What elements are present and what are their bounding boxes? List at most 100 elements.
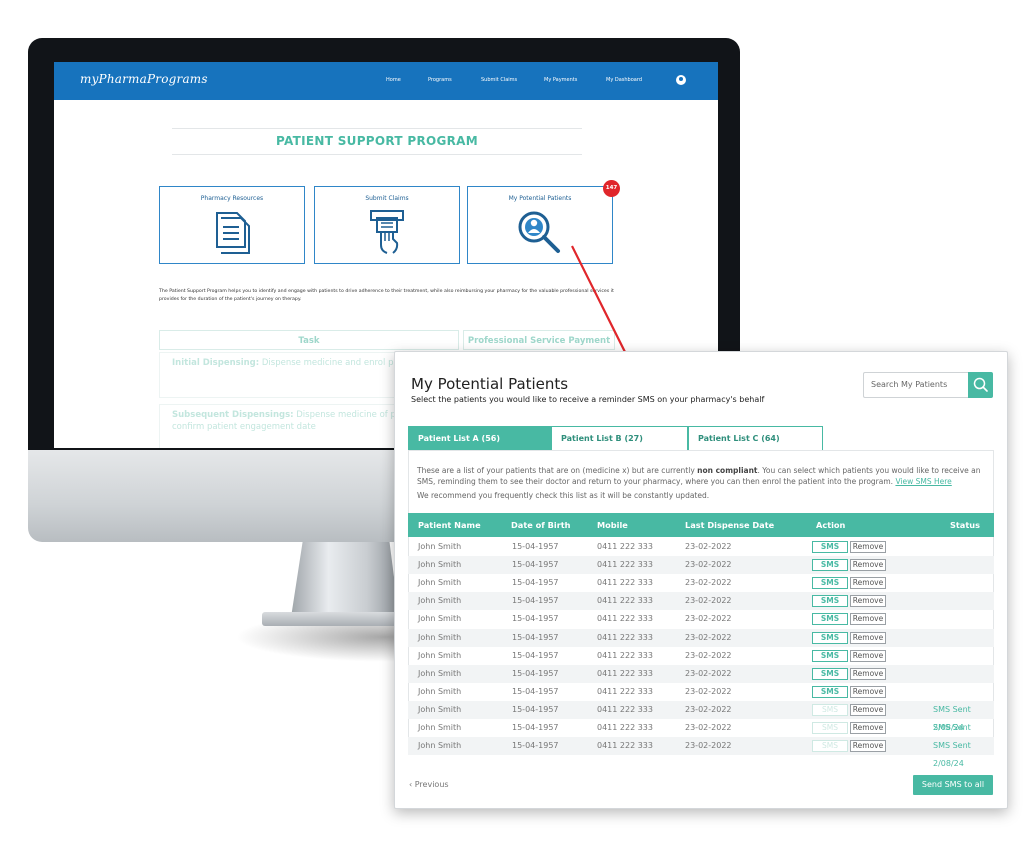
mobile-cell: 0411 222 333 <box>597 560 653 570</box>
program-description: The Patient Support Program helps you to… <box>159 289 614 302</box>
brand-logo[interactable]: myPharmaPrograms <box>80 72 208 86</box>
sms-button[interactable]: SMS <box>812 722 848 734</box>
remove-button[interactable]: Remove <box>850 685 886 698</box>
sms-button[interactable]: SMS <box>812 703 848 716</box>
patient-name-cell: John Smith <box>418 686 462 696</box>
remove-button[interactable]: Remove <box>850 740 886 753</box>
remove-button[interactable]: Remove <box>850 722 886 734</box>
dob-cell: 15-04-1957 <box>512 668 559 678</box>
table-row: John Smith 15-04-1957 0411 222 333 23-02-20… <box>408 538 994 556</box>
dob-cell: 15-04-1957 <box>512 578 559 588</box>
last-dispense-cell: 23-02-2022 <box>685 741 732 751</box>
column-header-name[interactable]: Patient Name <box>418 513 481 537</box>
tab-patient-list-c[interactable]: Patient List C (64) <box>688 426 823 451</box>
remove-button[interactable]: Remove <box>850 595 886 608</box>
mobile-cell: 0411 222 333 <box>597 704 653 714</box>
patient-name-cell: John Smith <box>418 650 462 660</box>
view-sms-link[interactable]: View SMS Here <box>895 477 951 486</box>
mobile-cell: 0411 222 333 <box>597 614 653 624</box>
mobile-cell: 0411 222 333 <box>597 650 653 660</box>
table-row: John Smith 15-04-1957 0411 222 333 23-02-20… <box>408 610 994 628</box>
mobile-cell: 0411 222 333 <box>597 578 653 588</box>
payment-header: Professional Service Payment <box>463 330 615 350</box>
remove-button[interactable]: Remove <box>850 631 886 644</box>
card-submit-claims[interactable]: Submit Claims <box>314 186 460 264</box>
last-dispense-cell: 23-02-2022 <box>685 650 732 660</box>
nav-submit-claims[interactable]: Submit Claims <box>481 77 517 83</box>
last-dispense-cell: 23-02-2022 <box>685 614 732 624</box>
info-text: These are a list of your patients that a… <box>417 466 698 475</box>
last-dispense-cell: 23-02-2022 <box>685 560 732 570</box>
remove-button[interactable]: Remove <box>850 667 886 680</box>
table-row: John Smith 15-04-1957 0411 222 333 23-02-20… <box>408 647 994 665</box>
table-row: John Smith 15-04-1957 0411 222 333 23-02-20… <box>408 574 994 592</box>
patient-name-cell: John Smith <box>418 596 462 606</box>
column-header-last-dispense[interactable]: Last Dispense Date <box>685 513 774 537</box>
dob-cell: 15-04-1957 <box>512 723 559 732</box>
last-dispense-cell: 23-02-2022 <box>685 578 732 588</box>
last-dispense-cell: 23-02-2022 <box>685 668 732 678</box>
patient-name-cell: John Smith <box>418 614 462 624</box>
task-row-title: Initial Dispensing: <box>172 358 260 368</box>
sms-button[interactable]: SMS <box>812 577 848 590</box>
sms-button[interactable]: SMS <box>812 595 848 608</box>
remove-button[interactable]: Remove <box>850 703 886 716</box>
sms-button[interactable]: SMS <box>812 667 848 680</box>
patient-search-input[interactable]: Search My Patients <box>863 372 969 398</box>
column-header-action: Action <box>816 520 846 530</box>
dob-cell: 15-04-1957 <box>512 704 559 714</box>
search-button[interactable] <box>968 372 993 398</box>
sms-button[interactable]: SMS <box>812 685 848 698</box>
mobile-cell: 0411 222 333 <box>597 741 653 751</box>
remove-button[interactable]: Remove <box>850 541 886 553</box>
last-dispense-cell: 23-02-2022 <box>685 632 732 642</box>
column-header-status: Status <box>950 520 980 530</box>
send-sms-to-all-button[interactable]: Send SMS to all <box>913 775 993 795</box>
user-account-icon[interactable] <box>676 75 686 85</box>
nav-my-dashboard[interactable]: My Dashboard <box>606 77 642 83</box>
card-my-potential-patients[interactable]: My Potential Patients <box>467 186 613 264</box>
potential-patients-dialog: My Potential Patients Select the patient… <box>394 351 1008 809</box>
status-cell: SMS Sent 2/08/24 <box>933 723 971 750</box>
mobile-cell: 0411 222 333 <box>597 686 653 696</box>
nav-home[interactable]: Home <box>386 77 401 83</box>
tab-patient-list-b[interactable]: Patient List B (27) <box>551 426 688 451</box>
remove-button[interactable]: Remove <box>850 577 886 590</box>
dob-cell: 15-04-1957 <box>512 614 559 624</box>
last-dispense-cell: 23-02-2022 <box>685 723 732 732</box>
dob-cell: 15-04-1957 <box>512 741 559 751</box>
mobile-cell: 0411 222 333 <box>597 632 653 642</box>
mobile-cell: 0411 222 333 <box>597 596 653 606</box>
sms-button[interactable]: SMS <box>812 740 848 753</box>
program-title: PATIENT SUPPORT PROGRAM <box>276 134 478 148</box>
sms-button[interactable]: SMS <box>812 559 848 572</box>
mobile-cell: 0411 222 333 <box>597 668 653 678</box>
status-cell: SMS Sent 2/08/24 <box>933 704 971 732</box>
sms-button[interactable]: SMS <box>812 541 848 553</box>
previous-label: Previous <box>414 780 449 789</box>
last-dispense-cell: 23-02-2022 <box>685 686 732 696</box>
title-rule-top <box>172 128 582 129</box>
notification-badge: 147 <box>603 180 620 197</box>
sms-button[interactable]: SMS <box>812 649 848 662</box>
last-dispense-cell: 23-02-2022 <box>685 596 732 606</box>
sms-button[interactable]: SMS <box>812 631 848 644</box>
top-navigation-bar: myPharmaPrograms Home Programs Submit Cl… <box>54 62 718 100</box>
remove-button[interactable]: Remove <box>850 559 886 572</box>
nav-programs[interactable]: Programs <box>428 77 452 83</box>
remove-button[interactable]: Remove <box>850 649 886 662</box>
column-header-dob[interactable]: Date of Birth <box>511 513 571 537</box>
card-pharmacy-resources[interactable]: Pharmacy Resources <box>159 186 305 264</box>
nav-my-payments[interactable]: My Payments <box>544 77 577 83</box>
status-cell: SMS Sent 2/08/24 <box>933 741 971 769</box>
remove-button[interactable]: Remove <box>850 613 886 626</box>
patient-name-cell: John Smith <box>418 632 462 642</box>
previous-link[interactable]: ‹ Previous <box>409 780 449 789</box>
tab-patient-list-a[interactable]: Patient List A (56) <box>408 426 551 451</box>
column-header-mobile[interactable]: Mobile <box>597 513 628 537</box>
patient-name-cell: John Smith <box>418 542 462 551</box>
sms-button[interactable]: SMS <box>812 613 848 626</box>
table-row: John Smith 15-04-1957 0411 222 333 23-02-20… <box>408 683 994 701</box>
card-label: My Potential Patients <box>508 195 572 202</box>
table-row: John Smith 15-04-1957 0411 222 333 23-02-20… <box>408 719 994 750</box>
